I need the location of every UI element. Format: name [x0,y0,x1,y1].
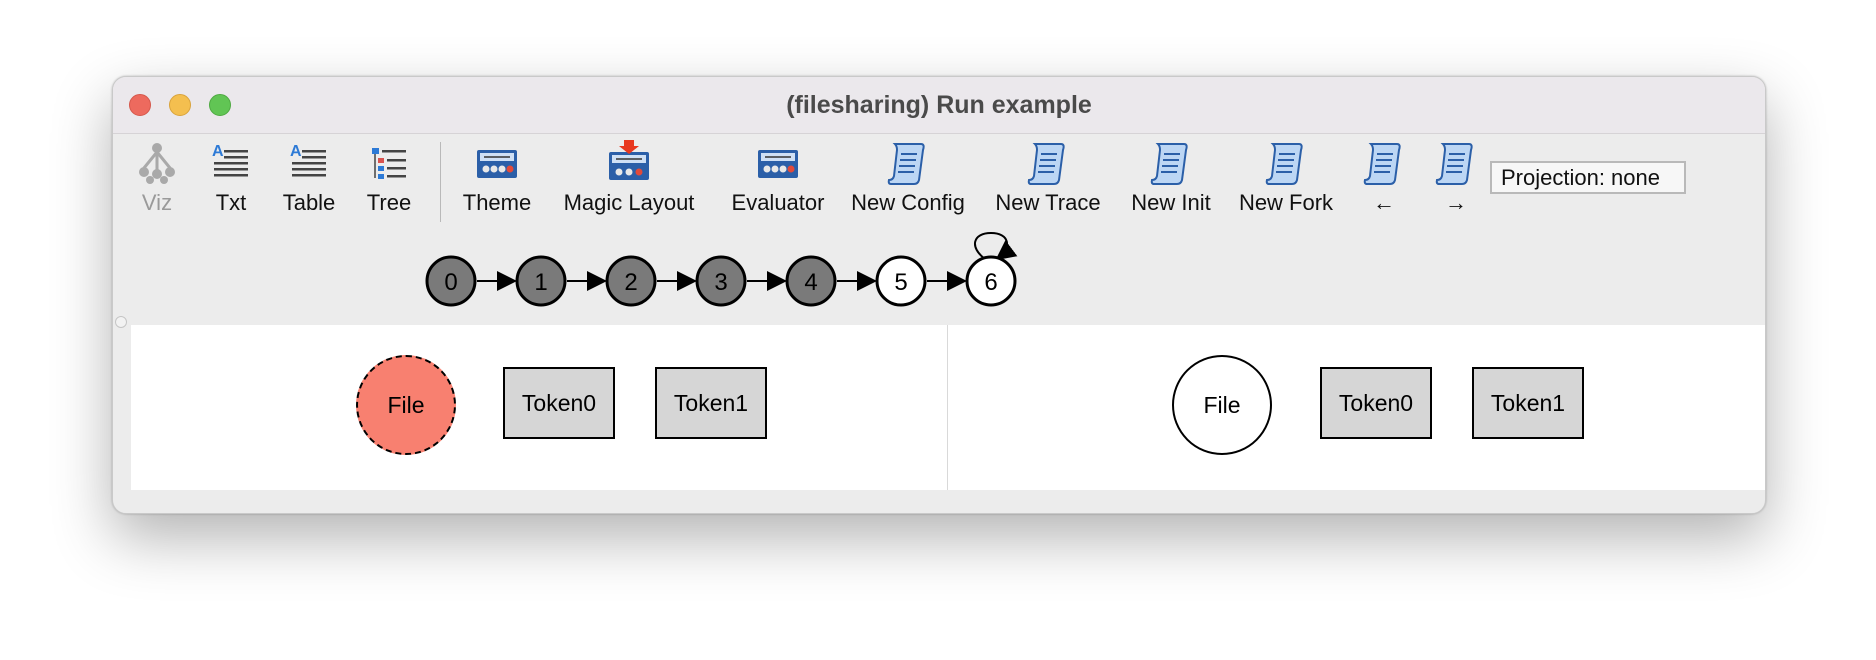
trace-state-label: 0 [444,269,457,296]
trace-state-1[interactable]: 1 [515,255,567,307]
instance-panel-current: File Token0 Token1 [131,325,948,490]
trace-state-label: 3 [714,269,727,296]
trace-state-6[interactable]: 6 [965,255,1017,307]
trace-state-label: 5 [894,269,907,296]
atom-file-node[interactable]: File [356,355,456,455]
trace-state-label: 6 [984,269,997,296]
trace-state-5[interactable]: 5 [875,255,927,307]
app-window: (filesharing) Run example Viz A Txt A Ta… [112,76,1766,514]
trace-state-label: 2 [624,269,637,296]
trace-state-label: 4 [804,269,817,296]
trace-state-4[interactable]: 4 [785,255,837,307]
trace-state-0[interactable]: 0 [425,255,477,307]
atom-token0-node[interactable]: Token0 [503,367,615,439]
trace-state-2[interactable]: 2 [605,255,657,307]
trace-state-3[interactable]: 3 [695,255,747,307]
atom-token1-node[interactable]: Token1 [1472,367,1584,439]
atom-token0-node[interactable]: Token0 [1320,367,1432,439]
trace-self-loop-6 [974,231,1018,261]
trace-state-graph: 0 1 2 3 4 5 6 [425,231,1018,307]
split-pane-handle[interactable] [115,316,127,328]
atom-file-node[interactable]: File [1172,355,1272,455]
instance-panel-next: File Token0 Token1 [948,325,1765,490]
atom-token1-node[interactable]: Token1 [655,367,767,439]
trace-state-label: 1 [534,269,547,296]
